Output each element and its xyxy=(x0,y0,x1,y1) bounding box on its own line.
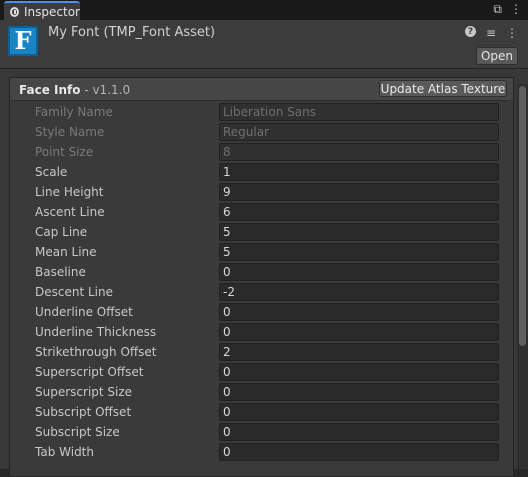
scale-label[interactable]: Scale xyxy=(35,165,67,179)
ascent-line-label[interactable]: Ascent Line xyxy=(35,205,105,219)
cap-line-field[interactable]: 5 xyxy=(219,223,499,241)
tab-bar: Inspector ⧉ ⋮ xyxy=(0,0,528,20)
scale-field[interactable]: 1 xyxy=(219,163,499,181)
family-name-label: Family Name xyxy=(35,105,113,119)
row-line-height: Line Height 9 xyxy=(10,182,513,202)
context-menu-icon[interactable]: ⋮ xyxy=(506,26,518,40)
style-name-field: Regular xyxy=(219,123,499,141)
scrollbar-thumb[interactable] xyxy=(519,86,526,346)
mean-line-label[interactable]: Mean Line xyxy=(35,245,97,259)
asset-header: F My Font (TMP_Font Asset) ? ≡ ⋮ Open xyxy=(0,20,528,69)
open-button[interactable]: Open xyxy=(476,47,518,65)
row-baseline: Baseline 0 xyxy=(10,262,513,282)
row-superscript-size: Superscript Size 0 xyxy=(10,382,513,402)
descent-line-field[interactable]: -2 xyxy=(219,283,499,301)
superscript-offset-label[interactable]: Superscript Offset xyxy=(35,365,143,379)
cap-line-label[interactable]: Cap Line xyxy=(35,225,87,239)
header-tools: ? ≡ ⋮ xyxy=(464,26,518,40)
tab-width-label[interactable]: Tab Width xyxy=(35,445,94,459)
family-name-field: Liberation Sans xyxy=(219,103,499,121)
underline-offset-label[interactable]: Underline Offset xyxy=(35,305,133,319)
superscript-size-field[interactable]: 0 xyxy=(219,383,499,401)
underline-offset-field[interactable]: 0 xyxy=(219,303,499,321)
subscript-size-field[interactable]: 0 xyxy=(219,423,499,441)
strikethrough-offset-label[interactable]: Strikethrough Offset xyxy=(35,345,157,359)
row-underline-offset: Underline Offset 0 xyxy=(10,302,513,322)
section-title: Face Info - v1.1.0 xyxy=(19,83,130,97)
tab-width-field[interactable]: 0 xyxy=(219,443,499,461)
tab-inspector[interactable]: Inspector xyxy=(4,1,80,20)
update-atlas-texture-button[interactable]: Update Atlas Texture xyxy=(379,80,507,97)
descent-line-label[interactable]: Descent Line xyxy=(35,285,113,299)
row-superscript-offset: Superscript Offset 0 xyxy=(10,362,513,382)
face-info-section: Face Info - v1.1.0 Update Atlas Texture … xyxy=(9,77,514,477)
font-asset-icon: F xyxy=(8,26,38,56)
row-scale: Scale 1 xyxy=(10,162,513,182)
inspector-panel: Face Info - v1.1.0 Update Atlas Texture … xyxy=(0,69,528,477)
row-cap-line: Cap Line 5 xyxy=(10,222,513,242)
superscript-size-label[interactable]: Superscript Size xyxy=(35,385,132,399)
tab-label: Inspector xyxy=(24,4,80,19)
point-size-label: Point Size xyxy=(35,145,94,159)
row-strikethrough-offset: Strikethrough Offset 2 xyxy=(10,342,513,362)
baseline-label[interactable]: Baseline xyxy=(35,265,86,279)
subscript-offset-field[interactable]: 0 xyxy=(219,403,499,421)
asset-title: My Font (TMP_Font Asset) xyxy=(48,25,216,40)
underline-thickness-field[interactable]: 0 xyxy=(219,323,499,341)
lock-icon[interactable]: ⧉ xyxy=(493,2,502,17)
section-title-text: Face Info xyxy=(19,83,81,97)
row-ascent-line: Ascent Line 6 xyxy=(10,202,513,222)
row-subscript-size: Subscript Size 0 xyxy=(10,422,513,442)
subscript-offset-label[interactable]: Subscript Offset xyxy=(35,405,131,419)
row-point-size: Point Size 8 xyxy=(10,142,513,162)
row-style-name: Style Name Regular xyxy=(10,122,513,142)
row-descent-line: Descent Line -2 xyxy=(10,282,513,302)
more-options-icon[interactable]: ⋮ xyxy=(510,2,522,17)
face-info-header: Face Info - v1.1.0 Update Atlas Texture xyxy=(10,78,513,101)
row-subscript-offset: Subscript Offset 0 xyxy=(10,402,513,422)
help-icon[interactable]: ? xyxy=(464,26,476,37)
row-underline-thickness: Underline Thickness 0 xyxy=(10,322,513,342)
inspector-scrollbar[interactable] xyxy=(517,84,528,469)
row-mean-line: Mean Line 5 xyxy=(10,242,513,262)
section-version: - v1.1.0 xyxy=(80,83,131,97)
info-icon xyxy=(10,6,20,17)
underline-thickness-label[interactable]: Underline Thickness xyxy=(35,325,156,339)
line-height-label[interactable]: Line Height xyxy=(35,185,104,199)
baseline-field[interactable]: 0 xyxy=(219,263,499,281)
tab-tools: ⧉ ⋮ xyxy=(493,2,522,17)
row-family-name: Family Name Liberation Sans xyxy=(10,102,513,122)
style-name-label: Style Name xyxy=(35,125,105,139)
row-tab-width: Tab Width 0 xyxy=(10,442,513,462)
line-height-field[interactable]: 9 xyxy=(219,183,499,201)
subscript-size-label[interactable]: Subscript Size xyxy=(35,425,120,439)
ascent-line-field[interactable]: 6 xyxy=(219,203,499,221)
mean-line-field[interactable]: 5 xyxy=(219,243,499,261)
font-asset-icon-letter: F xyxy=(14,26,32,55)
strikethrough-offset-field[interactable]: 2 xyxy=(219,343,499,361)
settings-icon[interactable]: ≡ xyxy=(486,26,496,40)
point-size-field: 8 xyxy=(219,143,499,161)
superscript-offset-field[interactable]: 0 xyxy=(219,363,499,381)
